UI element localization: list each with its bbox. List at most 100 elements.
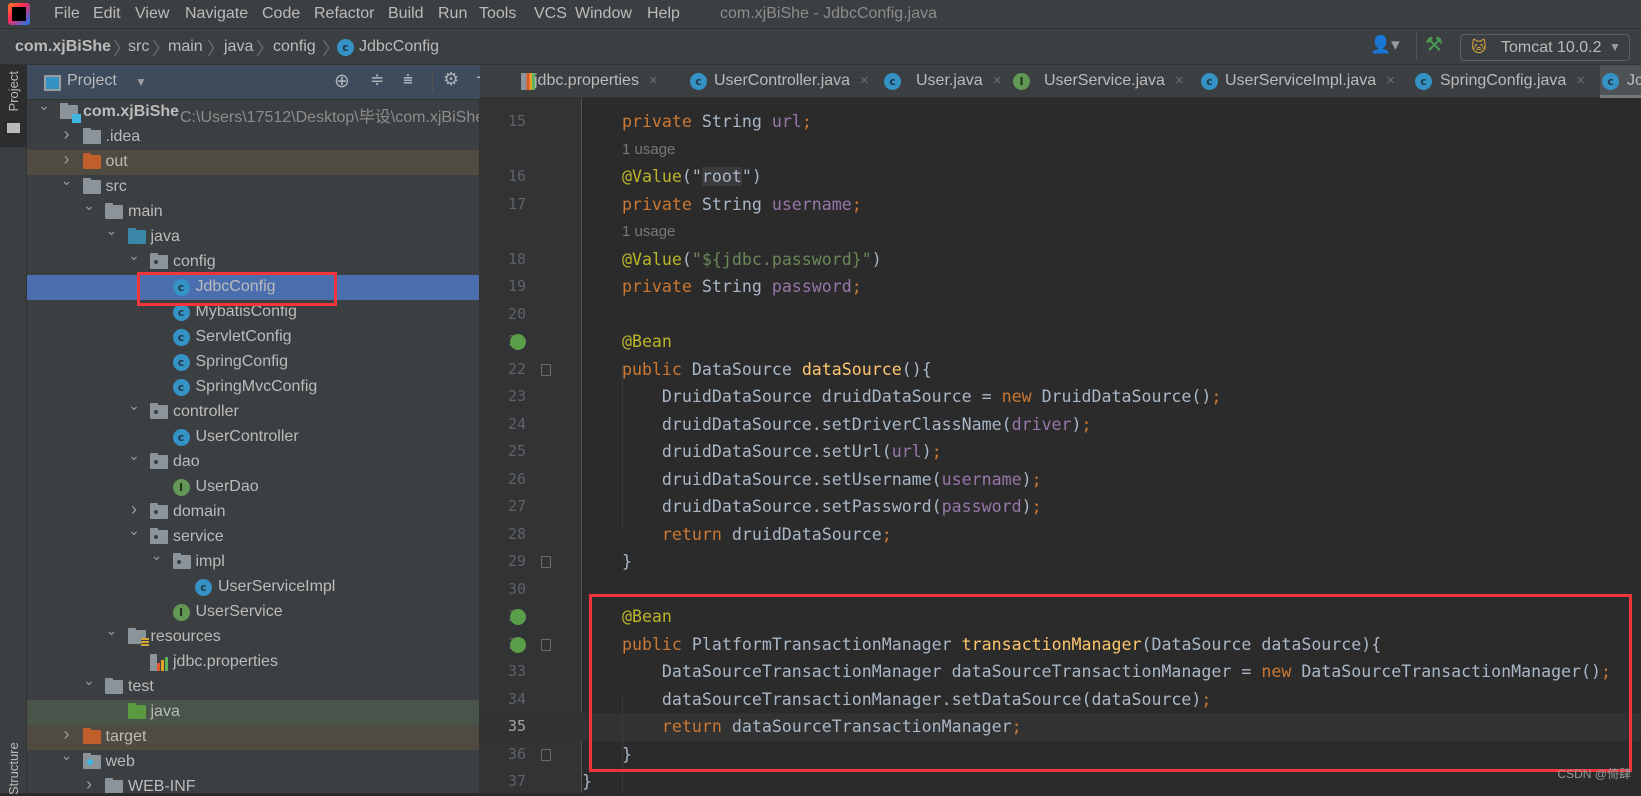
chevron-down-icon[interactable]: ⌄: [105, 222, 119, 239]
breadcrumb-jdbcconfig[interactable]: JdbcConfig: [359, 38, 439, 56]
tab-label: UserServiceImpl.java: [1225, 72, 1377, 89]
chevron-right-icon[interactable]: ›: [60, 724, 74, 745]
chevron-down-icon[interactable]: ⌄: [127, 522, 141, 539]
tree-item[interactable]: java: [27, 700, 479, 725]
line-number: 24: [508, 414, 527, 433]
chevron-down-icon[interactable]: ⌄: [60, 747, 74, 764]
close-tab-icon[interactable]: ×: [1386, 72, 1395, 89]
tree-item[interactable]: › target: [27, 724, 479, 750]
editor-tab[interactable]: jdbc.properties ×: [511, 65, 658, 98]
structure-tool-button[interactable]: Structure: [6, 715, 21, 795]
menu-code[interactable]: Code: [262, 5, 300, 23]
spring-bean-icon[interactable]: [510, 609, 526, 625]
folder-icon: [7, 123, 20, 133]
tree-item[interactable]: ⌄ controller: [27, 397, 479, 425]
chevron-down-icon[interactable]: ⌄: [82, 197, 96, 214]
menu-window[interactable]: Window: [575, 5, 632, 23]
chevron-right-icon[interactable]: ›: [82, 774, 96, 793]
tree-item[interactable]: c SpringMvcConfig: [27, 375, 479, 400]
chevron-right-icon[interactable]: ›: [60, 124, 74, 145]
chevron-down-icon[interactable]: ⌄: [150, 547, 164, 564]
vcs-users-icon[interactable]: 👤▾: [1370, 35, 1400, 55]
chevron-down-icon[interactable]: ⌄: [105, 622, 119, 639]
tree-item[interactable]: ⌄ java: [27, 222, 479, 250]
tree-item-label: UserController: [195, 428, 299, 445]
usage-hint[interactable]: 1 usage: [582, 218, 1641, 246]
menu-tools[interactable]: Tools: [479, 5, 516, 23]
tree-item[interactable]: › WEB-INF: [27, 774, 479, 793]
tree-item[interactable]: c ServletConfig: [27, 325, 479, 350]
chevron-down-icon[interactable]: ⌄: [82, 672, 96, 689]
tree-item[interactable]: › domain: [27, 499, 479, 525]
fold-marker-icon[interactable]: [541, 748, 551, 761]
build-hammer-icon[interactable]: ⚒: [1425, 32, 1443, 57]
spring-bean-icon[interactable]: [510, 334, 526, 350]
menu-file[interactable]: File: [54, 5, 80, 23]
tree-item[interactable]: ⌄ web: [27, 747, 479, 775]
tree-item[interactable]: ⌄ main: [27, 197, 479, 225]
tree-item[interactable]: c UserController: [27, 425, 479, 450]
collapse-all-icon[interactable]: ⩧: [403, 70, 413, 90]
menu-vcs[interactable]: VCS: [534, 5, 567, 23]
tree-item[interactable]: ⌄ impl: [27, 547, 479, 575]
editor-tab[interactable]: c SpringConfig.java ×: [1413, 65, 1585, 98]
expand-all-icon[interactable]: ≑: [370, 70, 384, 90]
tree-item[interactable]: ⌄ dao: [27, 447, 479, 475]
run-configuration-select[interactable]: 🐱 Tomcat 10.0.2 ▼: [1460, 34, 1630, 61]
chevron-right-icon[interactable]: ›: [127, 499, 141, 520]
code-token: ): [1071, 414, 1082, 434]
close-tab-icon[interactable]: ×: [1175, 72, 1184, 89]
menu-edit[interactable]: Edit: [93, 5, 121, 23]
tree-item[interactable]: › out: [27, 149, 479, 175]
chevron-down-icon[interactable]: ⌄: [37, 100, 51, 114]
breadcrumb-src[interactable]: src: [128, 38, 149, 56]
tree-item[interactable]: I UserService: [27, 600, 479, 625]
tree-item[interactable]: c SpringConfig: [27, 350, 479, 375]
menu-view[interactable]: View: [135, 5, 169, 23]
menu-refactor[interactable]: Refactor: [314, 5, 374, 23]
chevron-down-icon[interactable]: ⌄: [60, 172, 74, 189]
editor-tab[interactable]: c User.java ×: [882, 65, 1001, 98]
tree-item-label: test: [128, 678, 154, 695]
editor-tab[interactable]: c UserController.java ×: [688, 65, 869, 98]
tree-item[interactable]: I UserDao: [27, 475, 479, 500]
fold-marker-icon[interactable]: [541, 556, 551, 568]
chevron-down-icon[interactable]: ⌄: [127, 247, 141, 264]
breadcrumb-config[interactable]: config: [273, 38, 316, 56]
chevron-down-icon[interactable]: ⌄: [127, 447, 141, 464]
close-tab-icon[interactable]: ×: [860, 72, 869, 89]
editor-tab[interactable]: I UserService.java ×: [1011, 65, 1184, 98]
tree-item[interactable]: ⌄ test: [27, 672, 479, 700]
breadcrumb-java[interactable]: java: [224, 38, 253, 56]
menu-help[interactable]: Help: [647, 5, 680, 23]
chevron-right-icon[interactable]: ›: [60, 149, 74, 170]
fold-marker-icon[interactable]: [541, 638, 551, 651]
menu-run[interactable]: Run: [438, 5, 467, 23]
breadcrumb-project[interactable]: com.xjBiShe: [15, 38, 111, 56]
tree-item[interactable]: ⌄ service: [27, 522, 479, 550]
tree-item-label: src: [105, 178, 127, 195]
tree-item[interactable]: ⌄ resources: [27, 622, 479, 650]
tree-item[interactable]: c UserServiceImpl: [27, 575, 479, 600]
fold-marker-icon[interactable]: [541, 363, 551, 376]
close-tab-icon[interactable]: ×: [993, 72, 1002, 89]
project-tool-button[interactable]: Project: [0, 65, 27, 147]
gear-icon[interactable]: ⚙: [443, 69, 459, 90]
project-panel-title[interactable]: Project: [67, 72, 117, 90]
menu-build[interactable]: Build: [388, 5, 424, 23]
editor-tab[interactable]: c Jc: [1600, 65, 1641, 98]
locate-file-icon[interactable]: ⊕: [334, 70, 350, 93]
spring-bean-icon[interactable]: [510, 636, 526, 653]
code-line: return druidDataSource;: [582, 521, 1641, 549]
tree-item[interactable]: › .idea: [27, 124, 479, 150]
editor-tab[interactable]: c UserServiceImpl.java ×: [1199, 65, 1395, 98]
chevron-down-icon[interactable]: ⌄: [127, 397, 141, 414]
view-dropdown-icon[interactable]: ▼: [135, 75, 147, 89]
breadcrumb-main[interactable]: main: [168, 38, 203, 56]
close-tab-icon[interactable]: ×: [1576, 72, 1585, 89]
class-icon: c: [172, 354, 190, 371]
close-tab-icon[interactable]: ×: [649, 72, 658, 89]
usage-hint[interactable]: 1 usage: [582, 136, 1641, 164]
tree-item[interactable]: ⌄ com.xjBiShe C:\Users\17512\Desktop\毕设\co…: [27, 100, 479, 126]
menu-navigate[interactable]: Navigate: [185, 5, 248, 23]
